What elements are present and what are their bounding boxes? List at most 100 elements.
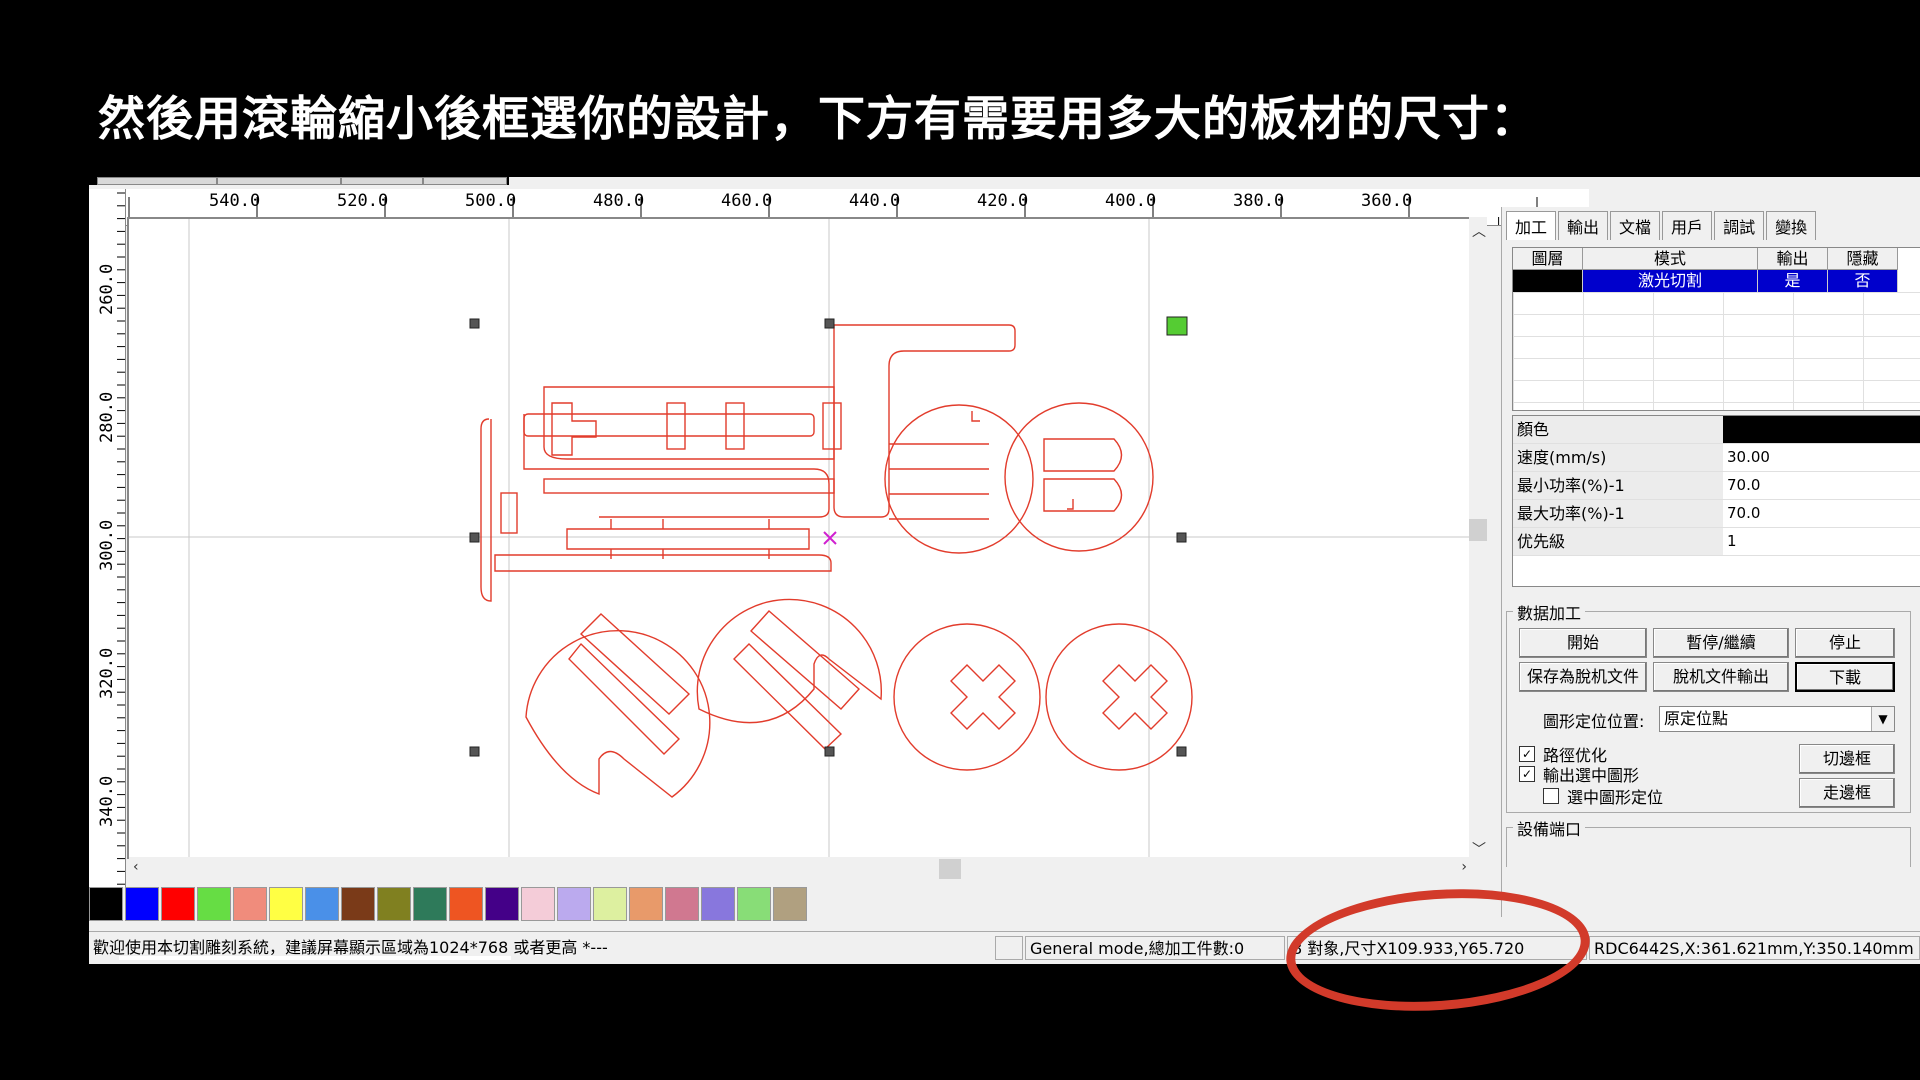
selected-position-label: 選中圖形定位: [1567, 788, 1664, 807]
prop-speed-value[interactable]: 30.00: [1723, 444, 1920, 471]
slide-title: 然後用滾輪縮小後框選你的設計，下方有需要用多大的板材的尺寸：: [98, 92, 1538, 147]
prop-color-swatch[interactable]: [1723, 416, 1920, 443]
ruler-label: 320.0: [97, 647, 117, 699]
color-swatch[interactable]: [701, 887, 735, 921]
ruler-label: 280.0: [97, 391, 117, 443]
prop-speed-label: 速度(mm/s): [1513, 444, 1723, 471]
prop-min-power-value[interactable]: 70.0: [1723, 472, 1920, 499]
scroll-left-icon[interactable]: ‹: [133, 859, 139, 875]
output-selected-label: 輸出選中圖形: [1543, 766, 1640, 785]
vertical-ruler: 260.0 280.0 300.0 320.0 340.0: [89, 189, 126, 887]
ruler-label: 260.0: [97, 263, 117, 315]
device-port-title: 設備端口: [1513, 816, 1586, 840]
prop-color-label: 顏色: [1513, 416, 1723, 443]
tab-transform[interactable]: 變換: [1766, 211, 1817, 240]
color-swatch[interactable]: [413, 887, 447, 921]
prop-min-power-label: 最小功率(%)-1: [1513, 472, 1723, 499]
prop-priority-value[interactable]: 1: [1723, 528, 1920, 555]
data-processing-title: 數据加工: [1513, 600, 1586, 624]
grid-lines: [129, 219, 1469, 857]
color-swatch[interactable]: [305, 887, 339, 921]
laser-cut-app-window: 540.0 520.0 500.0 480.0 460.0 440.0 420.…: [89, 177, 1920, 964]
selected-position-checkbox[interactable]: [1543, 788, 1559, 804]
column-header[interactable]: 圖層: [1513, 248, 1583, 270]
save-offline-button[interactable]: 保存為脫机文件: [1519, 662, 1647, 692]
column-header[interactable]: 隱藏: [1828, 248, 1898, 270]
color-swatch[interactable]: [269, 887, 303, 921]
status-mode: General mode,總加工件數:0: [1025, 936, 1285, 960]
anchor-handle[interactable]: [1166, 316, 1188, 336]
start-button[interactable]: 開始: [1519, 628, 1647, 658]
tab-output[interactable]: 輸出: [1558, 211, 1609, 240]
prop-priority-label: 优先級: [1513, 528, 1723, 555]
prop-max-power-label: 最大功率(%)-1: [1513, 500, 1723, 527]
offline-output-button[interactable]: 脫机文件輸出: [1653, 662, 1789, 692]
scroll-thumb[interactable]: [939, 859, 961, 879]
ruler-label: 480.0: [593, 191, 645, 211]
scroll-down-icon[interactable]: ﹀: [1472, 839, 1486, 859]
color-swatch[interactable]: [737, 887, 771, 921]
tab-document[interactable]: 文檔: [1610, 211, 1661, 240]
center-marker: [823, 531, 837, 545]
color-swatch[interactable]: [557, 887, 591, 921]
status-empty-cell: [995, 936, 1023, 960]
layer-output[interactable]: 是: [1758, 270, 1828, 292]
table-row[interactable]: 激光切割 是 否: [1513, 270, 1920, 292]
cut-border-button[interactable]: 切邊框: [1799, 744, 1895, 774]
download-button[interactable]: 下載: [1795, 662, 1895, 692]
ruler-label: 500.0: [465, 191, 517, 211]
color-palette: [89, 887, 809, 923]
layer-properties: 顏色 速度(mm/s) 30.00 最小功率(%)-1 70.0 最大功率(%)-1…: [1512, 415, 1920, 587]
data-processing-group: 數据加工 開始 暫停/繼續 停止 保存為脫机文件 脫机文件輸出 下載 圖形定位位…: [1506, 600, 1911, 813]
horizontal-scrollbar[interactable]: ‹ ›: [129, 857, 1471, 881]
color-swatch[interactable]: [521, 887, 555, 921]
vertical-scrollbar[interactable]: ︿ ﹀: [1469, 217, 1487, 859]
color-swatch[interactable]: [161, 887, 195, 921]
tab-debug[interactable]: 調試: [1714, 211, 1765, 240]
color-swatch[interactable]: [665, 887, 699, 921]
color-swatch[interactable]: [125, 887, 159, 921]
chevron-down-icon[interactable]: ▼: [1871, 707, 1894, 731]
panel-tabs: 加工 輸出 文檔 用戶 調試 變換: [1506, 211, 1818, 240]
layer-hidden[interactable]: 否: [1828, 270, 1898, 292]
ruler-label: 420.0: [977, 191, 1029, 211]
scroll-up-icon[interactable]: ︿: [1472, 221, 1486, 241]
color-swatch[interactable]: [485, 887, 519, 921]
column-header[interactable]: 輸出: [1758, 248, 1828, 270]
color-swatch[interactable]: [341, 887, 375, 921]
ruler-label: 360.0: [1361, 191, 1413, 211]
walk-border-button[interactable]: 走邊框: [1799, 778, 1895, 808]
color-swatch[interactable]: [233, 887, 267, 921]
color-swatch[interactable]: [629, 887, 663, 921]
layer-table[interactable]: 圖層 模式 輸出 隱藏 激光切割 是 否: [1512, 247, 1920, 411]
stop-button[interactable]: 停止: [1795, 628, 1895, 658]
ruler-label: 460.0: [721, 191, 773, 211]
drawing-canvas[interactable]: [127, 217, 1471, 859]
column-header[interactable]: 模式: [1583, 248, 1758, 270]
layer-mode[interactable]: 激光切割: [1583, 270, 1758, 292]
color-swatch[interactable]: [773, 887, 807, 921]
prop-max-power-value[interactable]: 70.0: [1723, 500, 1920, 527]
right-panel: 加工 輸出 文檔 用戶 調試 變換 圖層 模式 輸出 隱藏 激光切割 是 否 顏…: [1501, 207, 1920, 917]
position-select[interactable]: 原定位點 ▼: [1659, 706, 1895, 732]
pause-continue-button[interactable]: 暫停/繼續: [1653, 628, 1789, 658]
status-underline: [119, 956, 511, 960]
color-swatch[interactable]: [377, 887, 411, 921]
scroll-right-icon[interactable]: ›: [1461, 859, 1467, 875]
color-swatch[interactable]: [593, 887, 627, 921]
tab-process[interactable]: 加工: [1506, 211, 1557, 240]
scroll-thumb[interactable]: [1469, 519, 1487, 541]
ruler-label: 380.0: [1233, 191, 1285, 211]
color-swatch[interactable]: [197, 887, 231, 921]
path-opt-checkbox[interactable]: ✓: [1519, 746, 1535, 762]
tab-user[interactable]: 用戶: [1662, 211, 1713, 240]
device-port-group: 設備端口: [1506, 816, 1911, 867]
position-label: 圖形定位位置:: [1543, 712, 1645, 731]
layer-color-swatch[interactable]: [1513, 270, 1583, 292]
color-swatch[interactable]: [89, 887, 123, 921]
ruler-label: 400.0: [1105, 191, 1157, 211]
color-swatch[interactable]: [449, 887, 483, 921]
document-tab-strip: [89, 177, 509, 185]
design-shapes[interactable]: [480, 324, 1193, 798]
output-selected-checkbox[interactable]: ✓: [1519, 766, 1535, 782]
